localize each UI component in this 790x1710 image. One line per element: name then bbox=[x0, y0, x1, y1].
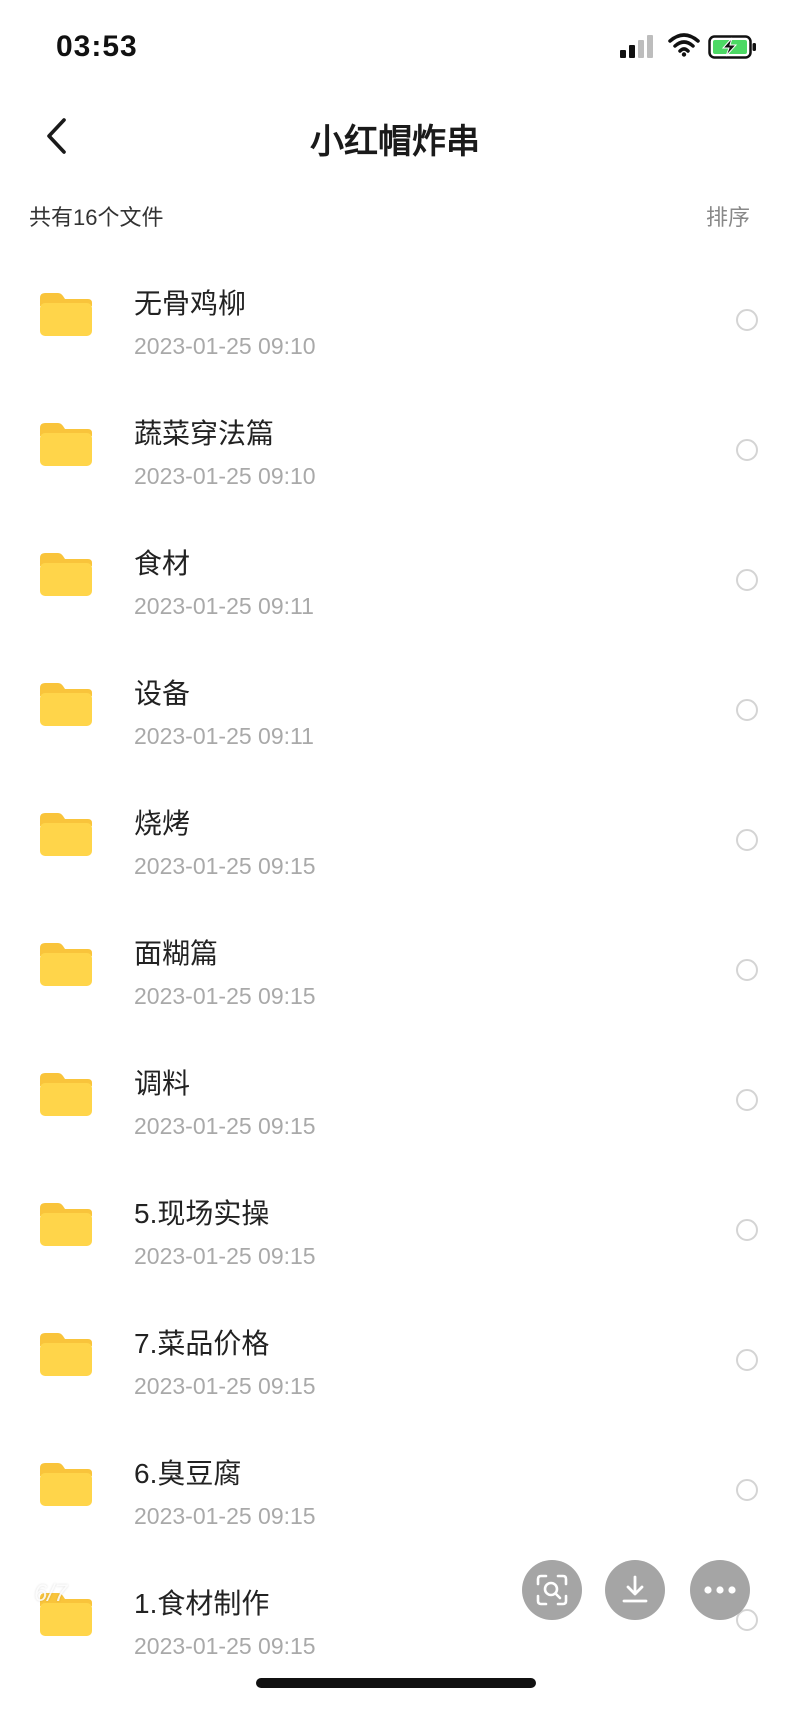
select-radio[interactable] bbox=[736, 1089, 758, 1111]
file-date: 2023-01-25 09:11 bbox=[134, 723, 314, 749]
select-radio[interactable] bbox=[736, 699, 758, 721]
more-icon bbox=[704, 1586, 736, 1594]
list-item[interactable]: 无骨鸡柳 2023-01-25 09:10 bbox=[0, 240, 790, 370]
select-radio[interactable] bbox=[736, 309, 758, 331]
file-name: 7.菜品价格 bbox=[134, 1328, 270, 1359]
list-item[interactable]: 蔬菜穿法篇 2023-01-25 09:10 bbox=[0, 370, 790, 500]
more-button[interactable] bbox=[690, 1560, 750, 1620]
file-date: 2023-01-25 09:11 bbox=[134, 593, 314, 619]
folder-icon bbox=[40, 423, 92, 466]
file-date: 2023-01-25 09:15 bbox=[134, 983, 316, 1009]
file-date: 2023-01-25 09:10 bbox=[134, 333, 316, 359]
sort-button[interactable]: 排序 bbox=[706, 200, 750, 232]
folder-icon bbox=[40, 1203, 92, 1246]
folder-icon bbox=[40, 813, 92, 856]
file-date: 2023-01-25 09:15 bbox=[134, 1373, 316, 1399]
file-name: 调料 bbox=[134, 1068, 191, 1099]
file-name: 1.食材制作 bbox=[134, 1588, 270, 1619]
file-list: 无骨鸡柳 2023-01-25 09:10 蔬菜穿法篇 2023-01-25 0… bbox=[0, 240, 790, 1670]
scan-button[interactable] bbox=[522, 1560, 582, 1620]
select-radio[interactable] bbox=[736, 1219, 758, 1241]
file-date: 2023-01-25 09:15 bbox=[134, 1503, 316, 1529]
folder-icon bbox=[40, 293, 92, 336]
list-item[interactable]: 面糊篇 2023-01-25 09:15 bbox=[0, 890, 790, 1020]
select-radio[interactable] bbox=[736, 959, 758, 981]
folder-icon bbox=[40, 1463, 92, 1506]
folder-icon bbox=[40, 683, 92, 726]
folder-icon bbox=[40, 1073, 92, 1116]
file-name: 无骨鸡柳 bbox=[134, 288, 247, 319]
file-date: 2023-01-25 09:10 bbox=[134, 463, 316, 489]
folder-icon bbox=[40, 943, 92, 986]
file-count-label: 共有16个文件 bbox=[29, 205, 164, 230]
file-name: 6.臭豆腐 bbox=[134, 1458, 242, 1489]
home-indicator[interactable] bbox=[256, 1678, 536, 1688]
select-radio[interactable] bbox=[736, 1479, 758, 1501]
file-name: 面糊篇 bbox=[134, 938, 219, 969]
select-radio[interactable] bbox=[736, 829, 758, 851]
page-title: 小红帽炸串 bbox=[310, 123, 480, 161]
list-item[interactable]: 调料 2023-01-25 09:15 bbox=[0, 1020, 790, 1150]
wifi-icon bbox=[668, 33, 700, 57]
file-date: 2023-01-25 09:15 bbox=[134, 1633, 316, 1659]
cellular-signal-icon bbox=[620, 34, 654, 58]
file-name: 5.现场实操 bbox=[134, 1198, 270, 1229]
file-name: 食材 bbox=[134, 548, 191, 579]
list-item[interactable]: 6.臭豆腐 2023-01-25 09:15 bbox=[0, 1410, 790, 1540]
folder-icon bbox=[40, 553, 92, 596]
list-item[interactable]: 设备 2023-01-25 09:11 bbox=[0, 630, 790, 760]
list-item[interactable]: 1.食材制作 2023-01-25 09:15 bbox=[0, 1540, 790, 1670]
select-radio[interactable] bbox=[736, 1349, 758, 1371]
list-item[interactable]: 烧烤 2023-01-25 09:15 bbox=[0, 760, 790, 890]
file-name: 蔬菜穿法篇 bbox=[134, 418, 275, 449]
file-name: 设备 bbox=[134, 678, 191, 709]
list-item[interactable]: 7.菜品价格 2023-01-25 09:15 bbox=[0, 1280, 790, 1410]
file-date: 2023-01-25 09:15 bbox=[134, 853, 316, 879]
select-radio[interactable] bbox=[736, 569, 758, 591]
list-item[interactable]: 食材 2023-01-25 09:11 bbox=[0, 500, 790, 630]
file-name: 烧烤 bbox=[134, 808, 191, 839]
list-item[interactable]: 5.现场实操 2023-01-25 09:15 bbox=[0, 1150, 790, 1280]
file-date: 2023-01-25 09:15 bbox=[134, 1243, 316, 1269]
file-date: 2023-01-25 09:15 bbox=[134, 1113, 316, 1139]
status-bar: 03:53 bbox=[0, 0, 790, 96]
select-radio[interactable] bbox=[736, 439, 758, 461]
file-summary-row: 共有16个文件 排序 bbox=[0, 196, 790, 236]
download-icon bbox=[622, 1575, 648, 1603]
status-time: 03:53 bbox=[56, 30, 138, 63]
scan-search-icon bbox=[536, 1574, 568, 1606]
folder-icon bbox=[40, 1333, 92, 1376]
download-button[interactable] bbox=[605, 1560, 665, 1620]
navigation-bar: 小红帽炸串 bbox=[0, 96, 790, 176]
battery-charging-icon bbox=[708, 35, 756, 59]
folder-icon bbox=[40, 1593, 92, 1636]
